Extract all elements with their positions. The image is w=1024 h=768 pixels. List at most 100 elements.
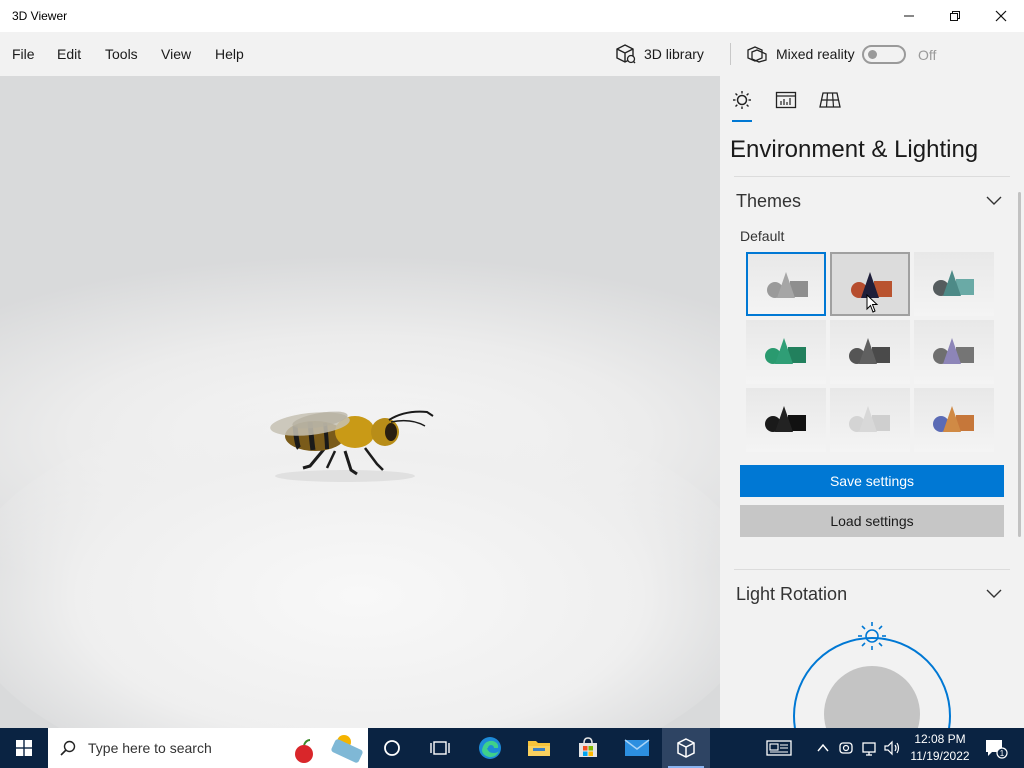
taskbar: Type here to search 12:08 PM 11/19/2022 …	[0, 728, 1024, 768]
chevron-down-icon[interactable]	[986, 589, 1002, 599]
minimize-button[interactable]	[886, 0, 932, 32]
menu-view[interactable]: View	[161, 46, 191, 62]
mixed-reality-icon	[747, 46, 767, 63]
menu-edit[interactable]: Edit	[57, 46, 81, 62]
selected-theme-label: Default	[740, 228, 785, 244]
bee-model[interactable]	[265, 396, 445, 486]
mixed-reality-label: Mixed reality	[776, 46, 855, 62]
windows-icon	[16, 740, 32, 756]
news-icon[interactable]	[766, 740, 792, 756]
divider	[734, 176, 1010, 177]
theme-preview-icon	[849, 338, 890, 364]
close-icon	[995, 10, 1007, 22]
theme-preview-icon	[933, 270, 974, 296]
grid-icon	[819, 92, 841, 108]
cortana-icon	[384, 740, 400, 756]
network-icon[interactable]	[862, 740, 880, 756]
theme-tile-multicolor[interactable]	[914, 388, 994, 452]
webcam-icon[interactable]	[838, 740, 854, 756]
environment-panel: Environment & Lighting Themes Default Sa…	[720, 76, 1024, 728]
theme-tile-warm[interactable]	[830, 252, 910, 316]
menu-bar: File Edit Tools View Help 3D library Mix…	[0, 32, 1024, 76]
notification-icon: 1	[986, 740, 1008, 759]
sun-icon	[733, 91, 751, 109]
volume-icon[interactable]	[884, 740, 902, 756]
tab-lighting[interactable]	[730, 88, 754, 112]
edge-button[interactable]	[466, 728, 514, 768]
edge-icon	[479, 737, 501, 759]
load-settings-button[interactable]: Load settings	[740, 505, 1004, 537]
3d-viewer-taskbar-button[interactable]	[662, 728, 710, 768]
store-icon	[579, 737, 597, 757]
title-bar: 3D Viewer	[0, 0, 1024, 32]
toggle-knob	[868, 50, 877, 59]
clock-date: 11/19/2022	[910, 749, 970, 763]
panel-tabs	[730, 88, 842, 124]
theme-tile-black[interactable]	[746, 388, 826, 452]
light-rotation-title[interactable]: Light Rotation	[736, 584, 847, 605]
folder-icon	[528, 741, 550, 756]
task-view-icon	[430, 741, 450, 755]
menu-help[interactable]: Help	[215, 46, 244, 62]
taskbar-clock[interactable]: 12:08 PM 11/19/2022	[906, 731, 974, 765]
mouse-cursor-icon	[866, 294, 879, 313]
mixed-reality-toggle[interactable]	[862, 45, 906, 64]
mixed-reality-button[interactable]: Mixed reality	[746, 42, 855, 66]
restore-icon	[950, 11, 960, 21]
theme-tile-green[interactable]	[746, 320, 826, 384]
chevron-up-icon[interactable]	[816, 740, 830, 756]
start-button[interactable]	[0, 728, 48, 768]
mail-icon	[624, 739, 650, 756]
task-view-button[interactable]	[416, 728, 464, 768]
theme-tile-ghost[interactable]	[830, 388, 910, 452]
theme-tile-dark-grey[interactable]	[830, 320, 910, 384]
save-settings-button[interactable]: Save settings	[740, 465, 1004, 497]
tab-stats[interactable]	[774, 88, 798, 112]
theme-tile-purple[interactable]	[914, 320, 994, 384]
restore-button[interactable]	[932, 0, 978, 32]
theme-tile-teal-grey[interactable]	[914, 252, 994, 316]
file-explorer-button[interactable]	[515, 728, 563, 768]
mixed-reality-state: Off	[918, 47, 937, 63]
cortana-button[interactable]	[368, 728, 416, 768]
active-tab-indicator	[732, 120, 752, 122]
theme-preview-icon	[765, 338, 806, 364]
menu-tools[interactable]: Tools	[105, 46, 138, 62]
search-highlight-icon	[295, 735, 363, 763]
theme-grid	[746, 252, 994, 452]
3d-viewport[interactable]	[0, 76, 720, 728]
theme-preview-icon	[933, 406, 974, 432]
panel-title: Environment & Lighting	[730, 136, 979, 163]
store-button[interactable]	[564, 728, 612, 768]
search-icon	[60, 740, 76, 756]
cube-icon	[677, 738, 695, 758]
tab-grid[interactable]	[818, 88, 842, 112]
menu-file[interactable]: File	[12, 46, 35, 62]
3d-library-label: 3D library	[644, 46, 704, 62]
light-sun-icon	[858, 622, 886, 650]
action-center-button[interactable]: 1	[976, 728, 1016, 768]
theme-preview-icon	[933, 338, 974, 364]
theme-preview-icon	[765, 406, 806, 432]
3d-library-button[interactable]: 3D library	[614, 42, 704, 66]
mail-button[interactable]	[613, 728, 661, 768]
light-rotation-dial[interactable]	[790, 618, 954, 728]
app-window: 3D Viewer File Edit Tools View Help 3D l…	[0, 0, 1024, 728]
close-button[interactable]	[978, 0, 1024, 32]
divider	[734, 569, 1010, 570]
minimize-icon	[904, 15, 914, 17]
window-title: 3D Viewer	[12, 9, 68, 23]
notification-count: 1	[1000, 749, 1005, 758]
theme-preview-icon	[849, 406, 890, 432]
stats-icon	[775, 91, 797, 109]
cube-icon	[616, 44, 636, 64]
themes-title[interactable]: Themes	[736, 191, 801, 212]
chevron-down-icon[interactable]	[986, 196, 1002, 206]
menu-divider	[730, 43, 731, 65]
search-placeholder: Type here to search	[88, 740, 212, 756]
theme-tile-default[interactable]	[746, 252, 826, 316]
taskbar-search[interactable]: Type here to search	[48, 728, 368, 768]
clock-time: 12:08 PM	[914, 732, 966, 746]
theme-preview-icon	[767, 272, 808, 298]
panel-scrollbar[interactable]	[1018, 192, 1021, 537]
